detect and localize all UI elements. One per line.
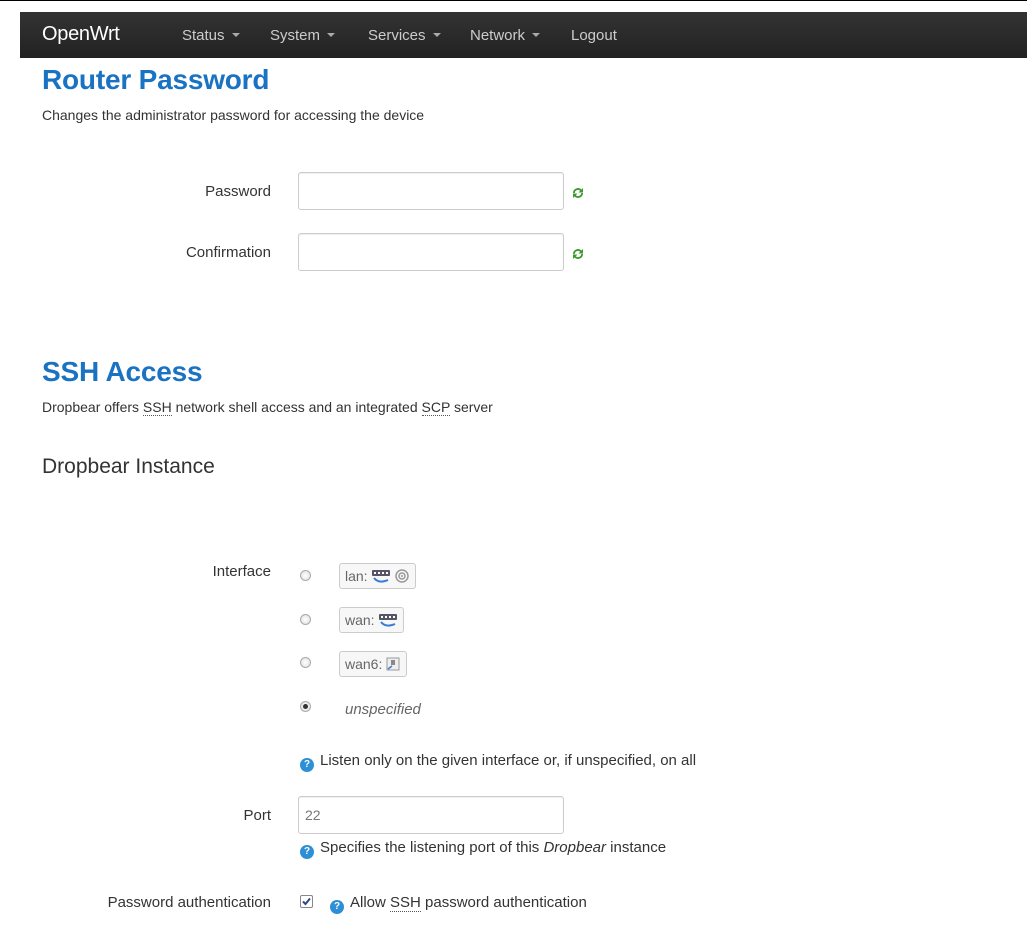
help-icon: ? [330, 900, 344, 914]
nav-item-status[interactable]: Status [182, 27, 240, 44]
ssh-access-title: SSH Access [42, 356, 203, 387]
help-text: Specifies the listening port of this [320, 839, 544, 856]
scp-abbr: SCP [421, 399, 451, 416]
chevron-down-icon [327, 33, 336, 37]
confirmation-input[interactable] [298, 233, 564, 271]
top-navbar: OpenWrt Status System Services Network L… [20, 12, 1027, 58]
password-label: Password [205, 183, 271, 200]
nav-item-label: Status [182, 27, 225, 44]
interface-badge-wan[interactable]: wan: [339, 607, 404, 633]
unspecified-label[interactable]: unspecified [345, 701, 421, 718]
chevron-down-icon [432, 33, 441, 37]
nav-item-label: Services [368, 27, 426, 44]
desc-text: Dropbear offers [42, 399, 143, 415]
interface-help: ? Listen only on the given interface or, … [300, 752, 696, 772]
interface-radio-unspecified[interactable] [300, 701, 311, 712]
help-text: Allow [350, 894, 391, 911]
ssh-access-description: Dropbear offers SSH network shell access… [42, 399, 493, 416]
reload-icon[interactable] [570, 185, 586, 201]
password-auth-checkbox[interactable] [300, 895, 313, 908]
top-border [0, 0, 1027, 1]
help-text: instance [606, 839, 667, 856]
wifi-icon [394, 569, 409, 583]
help-text-em: Dropbear [543, 839, 607, 856]
reload-icon[interactable] [570, 246, 586, 262]
router-password-title: Router Password [42, 64, 270, 95]
chevron-down-icon [532, 33, 541, 37]
port-input[interactable] [298, 796, 564, 834]
chevron-down-icon [231, 33, 240, 37]
nav-item-label: Logout [571, 27, 617, 44]
password-auth-label: Password authentication [107, 894, 271, 911]
nav-item-network[interactable]: Network [470, 27, 541, 44]
help-text: Listen only on the given interface or, i… [320, 752, 697, 769]
interface-name: wan6: [345, 656, 383, 672]
help-icon: ? [300, 845, 314, 859]
ethernet-switch-icon [378, 614, 397, 627]
nav-item-label: Network [470, 27, 526, 44]
interface-radio-wan6[interactable] [300, 657, 311, 668]
password-input[interactable] [298, 172, 564, 210]
nav-item-services[interactable]: Services [368, 27, 441, 44]
nav-item-system[interactable]: System [270, 27, 336, 44]
brand-logo[interactable]: OpenWrt [42, 23, 120, 46]
interface-radio-lan[interactable] [300, 570, 311, 581]
interface-label: Interface [212, 563, 271, 580]
ssh-abbr: SSH [142, 399, 172, 416]
router-password-description: Changes the administrator password for a… [42, 107, 425, 123]
help-icon: ? [300, 758, 314, 772]
nav-item-logout[interactable]: Logout [571, 27, 617, 44]
port-help: ? Specifies the listening port of this Dr… [300, 839, 666, 859]
ethernet-switch-icon [371, 570, 390, 583]
password-auth-help: ? Allow SSH password authentication [330, 894, 587, 914]
network-port-icon [386, 657, 400, 671]
interface-badge-lan[interactable]: lan: [339, 563, 416, 589]
port-label: Port [243, 807, 271, 824]
ssh-abbr: SSH [390, 894, 421, 912]
interface-name: wan: [345, 612, 375, 628]
checkmark-icon [302, 897, 311, 906]
confirmation-label: Confirmation [185, 244, 271, 261]
interface-name: lan: [345, 568, 368, 584]
interface-badge-wan6[interactable]: wan6: [339, 651, 408, 677]
desc-text: server [450, 399, 493, 415]
help-text: password authentication [420, 894, 587, 911]
nav-item-label: System [270, 27, 321, 44]
dropbear-instance-title: Dropbear Instance [42, 455, 215, 478]
interface-radio-wan[interactable] [300, 614, 311, 625]
desc-text: network shell access and an integrated [171, 399, 422, 415]
